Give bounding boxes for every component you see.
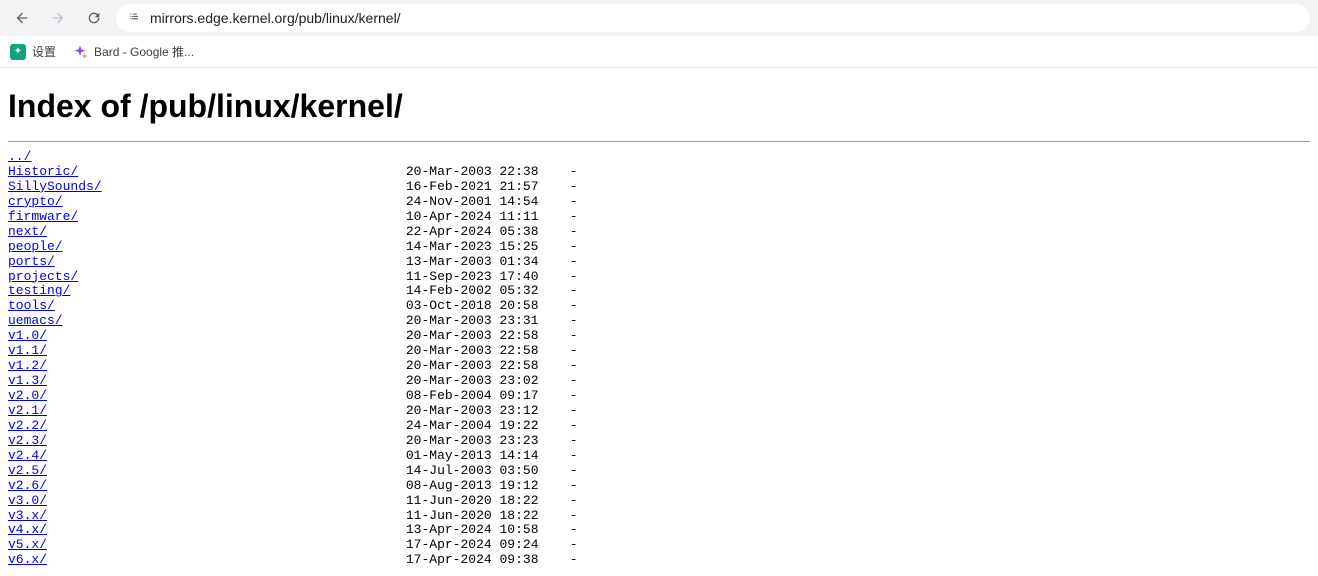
listing-row: projects/ 11-Sep-2023 17:40 - (8, 270, 1310, 285)
bard-icon (72, 44, 88, 60)
directory-link[interactable]: people/ (8, 239, 63, 254)
arrow-right-icon (50, 10, 66, 26)
directory-link[interactable]: next/ (8, 224, 47, 239)
listing-row: v1.0/ 20-Mar-2003 22:58 - (8, 329, 1310, 344)
directory-link[interactable]: v2.3/ (8, 433, 47, 448)
directory-link[interactable]: tools/ (8, 298, 55, 313)
directory-link[interactable]: v6.x/ (8, 552, 47, 567)
directory-link[interactable]: v2.6/ (8, 478, 47, 493)
directory-link[interactable]: v2.0/ (8, 388, 47, 403)
listing-row: next/ 22-Apr-2024 05:38 - (8, 225, 1310, 240)
bookmark-bard[interactable]: Bard - Google 推... (72, 43, 194, 60)
listing-row: v2.5/ 14-Jul-2003 03:50 - (8, 464, 1310, 479)
directory-link[interactable]: Historic/ (8, 164, 78, 179)
directory-link[interactable]: projects/ (8, 269, 78, 284)
reload-button[interactable] (80, 4, 108, 32)
directory-link[interactable]: v3.0/ (8, 493, 47, 508)
listing-row: crypto/ 24-Nov-2001 14:54 - (8, 195, 1310, 210)
listing-row: v2.6/ 08-Aug-2013 19:12 - (8, 479, 1310, 494)
listing-row: v6.x/ 17-Apr-2024 09:38 - (8, 553, 1310, 568)
directory-listing: ../Historic/ 20-Mar-2003 22:38 -SillySou… (8, 150, 1310, 568)
listing-row: v1.3/ 20-Mar-2003 23:02 - (8, 374, 1310, 389)
directory-link[interactable]: v4.x/ (8, 522, 47, 537)
directory-link[interactable]: v2.4/ (8, 448, 47, 463)
listing-row: people/ 14-Mar-2023 15:25 - (8, 240, 1310, 255)
listing-row: v3.x/ 11-Jun-2020 18:22 - (8, 509, 1310, 524)
listing-row: ports/ 13-Mar-2003 01:34 - (8, 255, 1310, 270)
arrow-left-icon (14, 10, 30, 26)
bookmarks-bar: ✦ 设置 Bard - Google 推... (0, 36, 1318, 68)
directory-link[interactable]: v2.5/ (8, 463, 47, 478)
browser-toolbar: mirrors.edge.kernel.org/pub/linux/kernel… (0, 0, 1318, 36)
directory-link[interactable]: ports/ (8, 254, 55, 269)
directory-link[interactable]: crypto/ (8, 194, 63, 209)
listing-row: tools/ 03-Oct-2018 20:58 - (8, 299, 1310, 314)
page-title: Index of /pub/linux/kernel/ (8, 88, 1310, 125)
listing-row: v2.1/ 20-Mar-2003 23:12 - (8, 404, 1310, 419)
forward-button[interactable] (44, 4, 72, 32)
directory-link[interactable]: testing/ (8, 283, 70, 298)
listing-row: v2.2/ 24-Mar-2004 19:22 - (8, 419, 1310, 434)
listing-row: v4.x/ 13-Apr-2024 10:58 - (8, 523, 1310, 538)
bookmark-label: 设置 (32, 43, 56, 60)
divider (8, 141, 1310, 142)
directory-link[interactable]: v1.3/ (8, 373, 47, 388)
address-bar[interactable]: mirrors.edge.kernel.org/pub/linux/kernel… (116, 4, 1310, 32)
directory-link[interactable]: v3.x/ (8, 508, 47, 523)
chatgpt-icon: ✦ (10, 44, 26, 60)
directory-link[interactable]: v1.2/ (8, 358, 47, 373)
listing-row: v1.1/ 20-Mar-2003 22:58 - (8, 344, 1310, 359)
reload-icon (86, 10, 102, 26)
listing-row: testing/ 14-Feb-2002 05:32 - (8, 284, 1310, 299)
url-text: mirrors.edge.kernel.org/pub/linux/kernel… (150, 10, 401, 26)
page-content: Index of /pub/linux/kernel/ ../Historic/… (0, 68, 1318, 576)
directory-link[interactable]: v1.0/ (8, 328, 47, 343)
back-button[interactable] (8, 4, 36, 32)
directory-link[interactable]: v1.1/ (8, 343, 47, 358)
directory-link[interactable]: SillySounds/ (8, 179, 102, 194)
directory-link[interactable]: uemacs/ (8, 313, 63, 328)
directory-link[interactable]: v2.1/ (8, 403, 47, 418)
bookmark-label: Bard - Google 推... (94, 43, 194, 60)
listing-row: v2.3/ 20-Mar-2003 23:23 - (8, 434, 1310, 449)
directory-link[interactable]: v5.x/ (8, 537, 47, 552)
site-info-icon[interactable] (128, 10, 142, 27)
directory-link[interactable]: firmware/ (8, 209, 78, 224)
listing-row: v2.0/ 08-Feb-2004 09:17 - (8, 389, 1310, 404)
directory-link[interactable]: ../ (8, 149, 31, 164)
listing-row: firmware/ 10-Apr-2024 11:11 - (8, 210, 1310, 225)
listing-row: uemacs/ 20-Mar-2003 23:31 - (8, 314, 1310, 329)
directory-link[interactable]: v2.2/ (8, 418, 47, 433)
listing-row: v2.4/ 01-May-2013 14:14 - (8, 449, 1310, 464)
listing-row: ../ (8, 150, 1310, 165)
listing-row: v3.0/ 11-Jun-2020 18:22 - (8, 494, 1310, 509)
listing-row: Historic/ 20-Mar-2003 22:38 - (8, 165, 1310, 180)
bookmark-settings[interactable]: ✦ 设置 (10, 43, 56, 60)
listing-row: SillySounds/ 16-Feb-2021 21:57 - (8, 180, 1310, 195)
listing-row: v1.2/ 20-Mar-2003 22:58 - (8, 359, 1310, 374)
listing-row: v5.x/ 17-Apr-2024 09:24 - (8, 538, 1310, 553)
